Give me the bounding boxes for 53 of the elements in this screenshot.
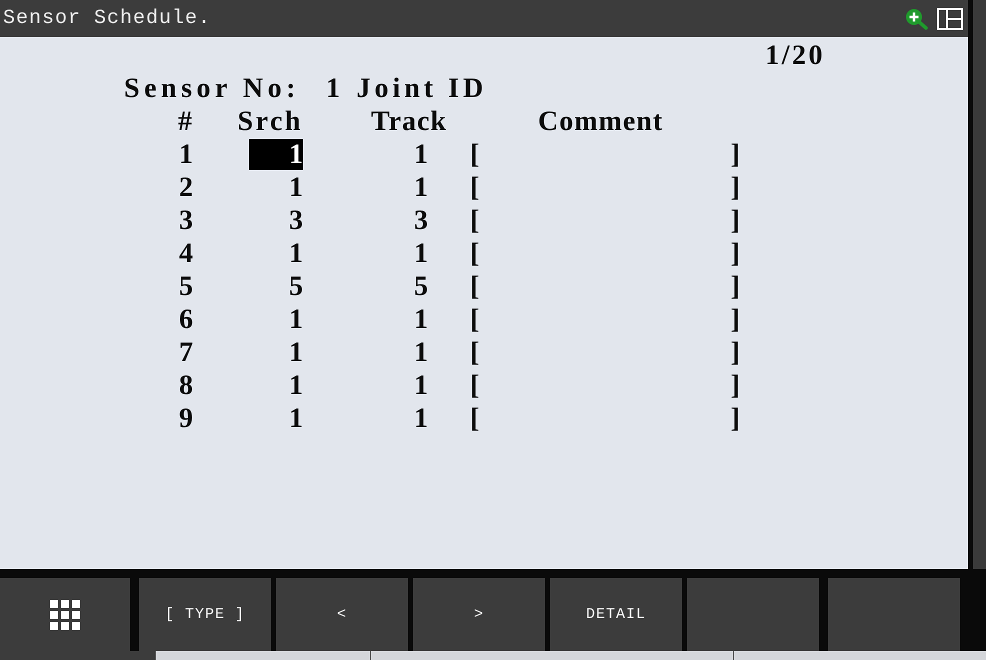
track-value[interactable]: 1 bbox=[374, 139, 428, 170]
track-value[interactable]: 1 bbox=[374, 304, 428, 335]
split-view-icon[interactable] bbox=[937, 8, 963, 30]
srch-value[interactable]: 1 bbox=[249, 403, 303, 434]
function-key[interactable]: > bbox=[413, 578, 545, 651]
column-header: Srch bbox=[236, 105, 303, 138]
comment-field[interactable]: [ ] bbox=[470, 204, 740, 237]
comment-field[interactable]: [ ] bbox=[470, 369, 740, 402]
srch-value[interactable]: 5 bbox=[249, 271, 303, 302]
column-header: Track bbox=[370, 105, 447, 138]
grid-icon bbox=[50, 600, 80, 630]
row-number: 3 bbox=[178, 204, 193, 237]
srch-value[interactable]: 1 bbox=[249, 172, 303, 203]
window-title: Sensor Schedule. bbox=[3, 7, 212, 30]
row-number: 6 bbox=[178, 303, 193, 336]
track-value[interactable]: 3 bbox=[374, 205, 428, 236]
row-number: 5 bbox=[178, 270, 193, 303]
sensor-no-label: Sensor No: bbox=[124, 72, 300, 105]
srch-value[interactable]: 1 bbox=[249, 370, 303, 401]
comment-field[interactable]: [ ] bbox=[470, 402, 740, 435]
srch-value[interactable]: 1 bbox=[249, 139, 303, 170]
row-number: 8 bbox=[178, 369, 193, 402]
track-value[interactable]: 1 bbox=[374, 172, 428, 203]
joint-id-label: Joint ID bbox=[356, 72, 488, 105]
column-header: # bbox=[177, 105, 193, 138]
row-number: 4 bbox=[178, 237, 193, 270]
comment-field[interactable]: [ ] bbox=[470, 138, 740, 171]
srch-value[interactable]: 1 bbox=[249, 238, 303, 269]
row-number: 7 bbox=[178, 336, 193, 369]
track-value[interactable]: 5 bbox=[374, 271, 428, 302]
page-indicator: 1/20 bbox=[765, 39, 825, 72]
track-value[interactable]: 1 bbox=[374, 370, 428, 401]
zoom-in-icon[interactable] bbox=[905, 8, 929, 30]
sensor-no-value: 1 bbox=[326, 72, 342, 105]
function-key[interactable]: < bbox=[276, 578, 408, 651]
track-value[interactable]: 1 bbox=[374, 337, 428, 368]
srch-value[interactable]: 1 bbox=[249, 337, 303, 368]
comment-field[interactable]: [ ] bbox=[470, 270, 740, 303]
comment-field[interactable]: [ ] bbox=[470, 336, 740, 369]
function-key[interactable]: [ TYPE ] bbox=[139, 578, 271, 651]
comment-field[interactable]: [ ] bbox=[470, 171, 740, 204]
function-key[interactable]: DETAIL bbox=[550, 578, 682, 651]
srch-value[interactable]: 1 bbox=[249, 304, 303, 335]
track-value[interactable]: 1 bbox=[374, 403, 428, 434]
comment-field[interactable]: [ ] bbox=[470, 237, 740, 270]
track-value[interactable]: 1 bbox=[374, 238, 428, 269]
menu-key[interactable] bbox=[0, 578, 130, 651]
srch-value[interactable]: 3 bbox=[249, 205, 303, 236]
comment-field[interactable]: [ ] bbox=[470, 303, 740, 336]
row-number: 1 bbox=[178, 138, 193, 171]
row-number: 2 bbox=[178, 171, 193, 204]
column-header: Comment bbox=[538, 105, 664, 138]
row-number: 9 bbox=[178, 402, 193, 435]
